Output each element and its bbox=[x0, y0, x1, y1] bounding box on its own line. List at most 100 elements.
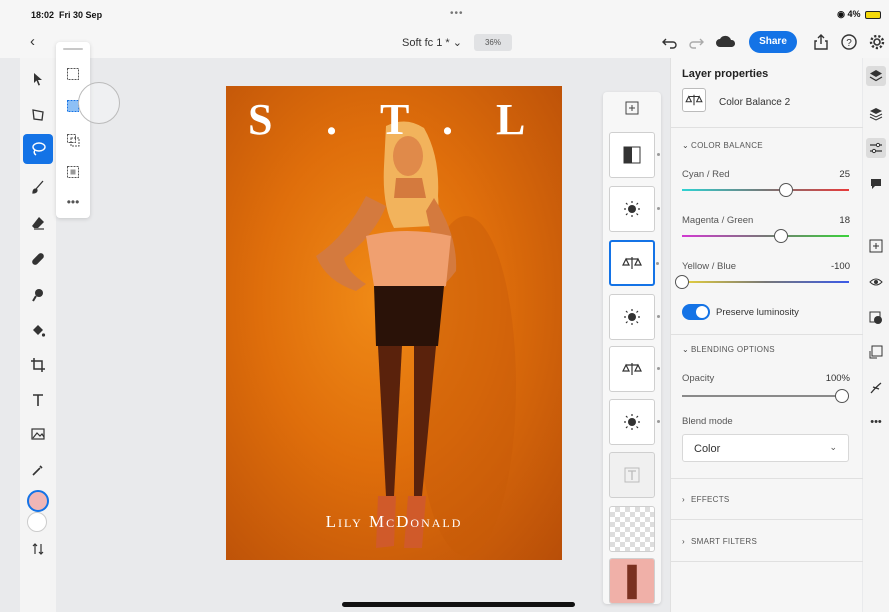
wifi-icon: ◉ bbox=[837, 9, 845, 19]
status-date: Fri 30 Sep bbox=[59, 10, 103, 20]
yellow-blue-label: Yellow / Blue bbox=[682, 261, 737, 272]
magenta-green-slider-track[interactable] bbox=[682, 235, 849, 237]
layer-name[interactable]: Color Balance 2 bbox=[719, 97, 790, 108]
background-color-swatch[interactable] bbox=[27, 512, 47, 532]
clone-stamp-tool-icon[interactable] bbox=[23, 280, 53, 310]
crop-tool-icon[interactable] bbox=[23, 350, 53, 380]
foreground-color-swatch[interactable] bbox=[27, 490, 49, 512]
title-letter: S bbox=[248, 95, 273, 144]
blending-options-section-header[interactable]: ⌄ BLENDING OPTIONS bbox=[682, 345, 775, 354]
layer-thumb-brightness[interactable] bbox=[609, 186, 660, 232]
zoom-level[interactable]: 36% bbox=[474, 34, 512, 51]
chevron-down-icon: ⌄ bbox=[682, 141, 690, 150]
status-time: 18:02 Fri 30 Sep bbox=[31, 10, 103, 20]
clipping-mask-icon[interactable] bbox=[866, 342, 886, 362]
eraser-tool-icon[interactable] bbox=[23, 208, 53, 238]
place-image-tool-icon[interactable] bbox=[23, 418, 53, 448]
subtract-selection-icon[interactable] bbox=[63, 130, 83, 150]
healing-tool-icon[interactable] bbox=[23, 244, 53, 274]
blend-mode-dropdown[interactable]: Color ⌄ bbox=[682, 434, 849, 462]
title-letter: . bbox=[442, 95, 453, 144]
opacity-slider-knob[interactable] bbox=[835, 389, 849, 403]
intersect-selection-icon[interactable] bbox=[63, 162, 83, 182]
layer-thumb-empty[interactable] bbox=[609, 506, 655, 552]
cyan-red-value[interactable]: 25 bbox=[839, 169, 850, 180]
yellow-blue-value[interactable]: -100 bbox=[831, 261, 850, 272]
opacity-value[interactable]: 100% bbox=[826, 373, 850, 384]
battery-indicator: ◉ 4% bbox=[837, 9, 881, 20]
svg-text:?: ? bbox=[846, 38, 852, 49]
transform-tool-icon[interactable] bbox=[23, 100, 53, 130]
brush-tool-icon[interactable] bbox=[23, 172, 53, 202]
flyout-grab-handle[interactable] bbox=[63, 48, 83, 50]
layer-thumb-color-balance[interactable] bbox=[609, 346, 660, 392]
color-balance-section-header[interactable]: ⌄ COLOR BALANCE bbox=[682, 141, 763, 150]
share-button[interactable]: Share bbox=[749, 31, 797, 53]
magenta-green-slider-knob[interactable] bbox=[773, 229, 788, 243]
undo-icon[interactable] bbox=[660, 32, 680, 52]
title-letter: . bbox=[326, 95, 337, 144]
comments-icon[interactable] bbox=[866, 174, 886, 194]
swap-colors-icon[interactable] bbox=[23, 534, 53, 564]
model-photo bbox=[316, 121, 516, 556]
yellow-blue-slider-knob[interactable] bbox=[675, 275, 689, 289]
yellow-blue-slider-track[interactable] bbox=[682, 281, 849, 283]
help-icon[interactable]: ? bbox=[839, 32, 859, 52]
lasso-tool-icon[interactable] bbox=[23, 134, 53, 164]
type-tool-icon[interactable] bbox=[23, 385, 53, 415]
touch-indicator bbox=[78, 82, 120, 124]
export-icon[interactable] bbox=[811, 32, 831, 52]
cyan-red-slider-knob[interactable] bbox=[779, 183, 794, 197]
multitask-dots-icon[interactable]: ••• bbox=[450, 8, 464, 19]
selection-tools-flyout: ••• bbox=[56, 42, 90, 218]
right-rail: ••• bbox=[863, 58, 889, 612]
layer-thumb-brightness-2[interactable] bbox=[609, 294, 660, 340]
title-letter: T bbox=[380, 95, 410, 144]
layers-strip bbox=[603, 92, 661, 604]
fx-icon[interactable] bbox=[866, 378, 886, 398]
title-letter: L bbox=[496, 95, 526, 144]
add-layer-icon[interactable] bbox=[624, 100, 640, 121]
add-adjustment-icon[interactable] bbox=[866, 236, 886, 256]
battery-icon bbox=[865, 10, 881, 19]
layer-thumb-photo[interactable] bbox=[609, 558, 655, 604]
layer-properties-panel: Layer properties Color Balance 2 ⌄ COLOR … bbox=[670, 58, 863, 612]
effects-section-header[interactable]: › EFFECTS bbox=[682, 495, 730, 504]
layer-thumb-brightness-3[interactable] bbox=[609, 399, 660, 445]
preserve-luminosity-toggle[interactable] bbox=[682, 304, 710, 320]
status-bar: 18:02 Fri 30 Sep ••• ◉ 4% bbox=[0, 0, 889, 28]
magenta-green-value[interactable]: 18 bbox=[839, 215, 850, 226]
document-canvas[interactable]: S . T . L Lily McDonald bbox=[226, 86, 562, 560]
divider bbox=[671, 127, 863, 128]
opacity-label: Opacity bbox=[682, 373, 715, 384]
rectangular-marquee-icon[interactable] bbox=[63, 64, 83, 84]
home-indicator bbox=[342, 602, 575, 607]
mask-icon[interactable] bbox=[866, 308, 886, 328]
layer-properties-icon[interactable] bbox=[866, 104, 886, 124]
move-tool-icon[interactable] bbox=[23, 64, 53, 94]
eyedropper-tool-icon[interactable] bbox=[23, 455, 53, 485]
panel-title: Layer properties bbox=[682, 68, 769, 80]
magenta-green-label: Magenta / Green bbox=[682, 215, 754, 226]
layer-thumb-gradient-map[interactable] bbox=[609, 132, 660, 178]
cloud-icon[interactable] bbox=[715, 32, 736, 52]
layer-thumb-text[interactable] bbox=[609, 452, 655, 498]
divider bbox=[671, 478, 863, 479]
adjustments-sliders-icon[interactable] bbox=[866, 138, 886, 158]
more-options-icon[interactable]: ••• bbox=[866, 412, 886, 432]
document-title[interactable]: Soft fc 1 * ⌄ bbox=[402, 36, 462, 49]
layer-thumb-color-balance-selected[interactable] bbox=[609, 240, 659, 286]
cyan-red-slider-track[interactable] bbox=[682, 189, 849, 191]
chevron-down-icon: ⌄ bbox=[682, 345, 690, 354]
more-options-icon[interactable]: ••• bbox=[63, 192, 83, 212]
paint-bucket-tool-icon[interactable] bbox=[23, 316, 53, 346]
smart-filters-section-header[interactable]: › SMART FILTERS bbox=[682, 537, 757, 546]
redo-icon[interactable] bbox=[686, 32, 706, 52]
opacity-slider-track[interactable] bbox=[682, 395, 849, 397]
battery-percent: 4% bbox=[847, 9, 861, 19]
layers-icon[interactable] bbox=[866, 66, 886, 86]
visibility-eye-icon[interactable] bbox=[866, 272, 886, 292]
cyan-red-label: Cyan / Red bbox=[682, 169, 730, 180]
back-chevron-icon[interactable]: ‹ bbox=[30, 33, 35, 50]
settings-gear-icon[interactable] bbox=[867, 32, 887, 52]
